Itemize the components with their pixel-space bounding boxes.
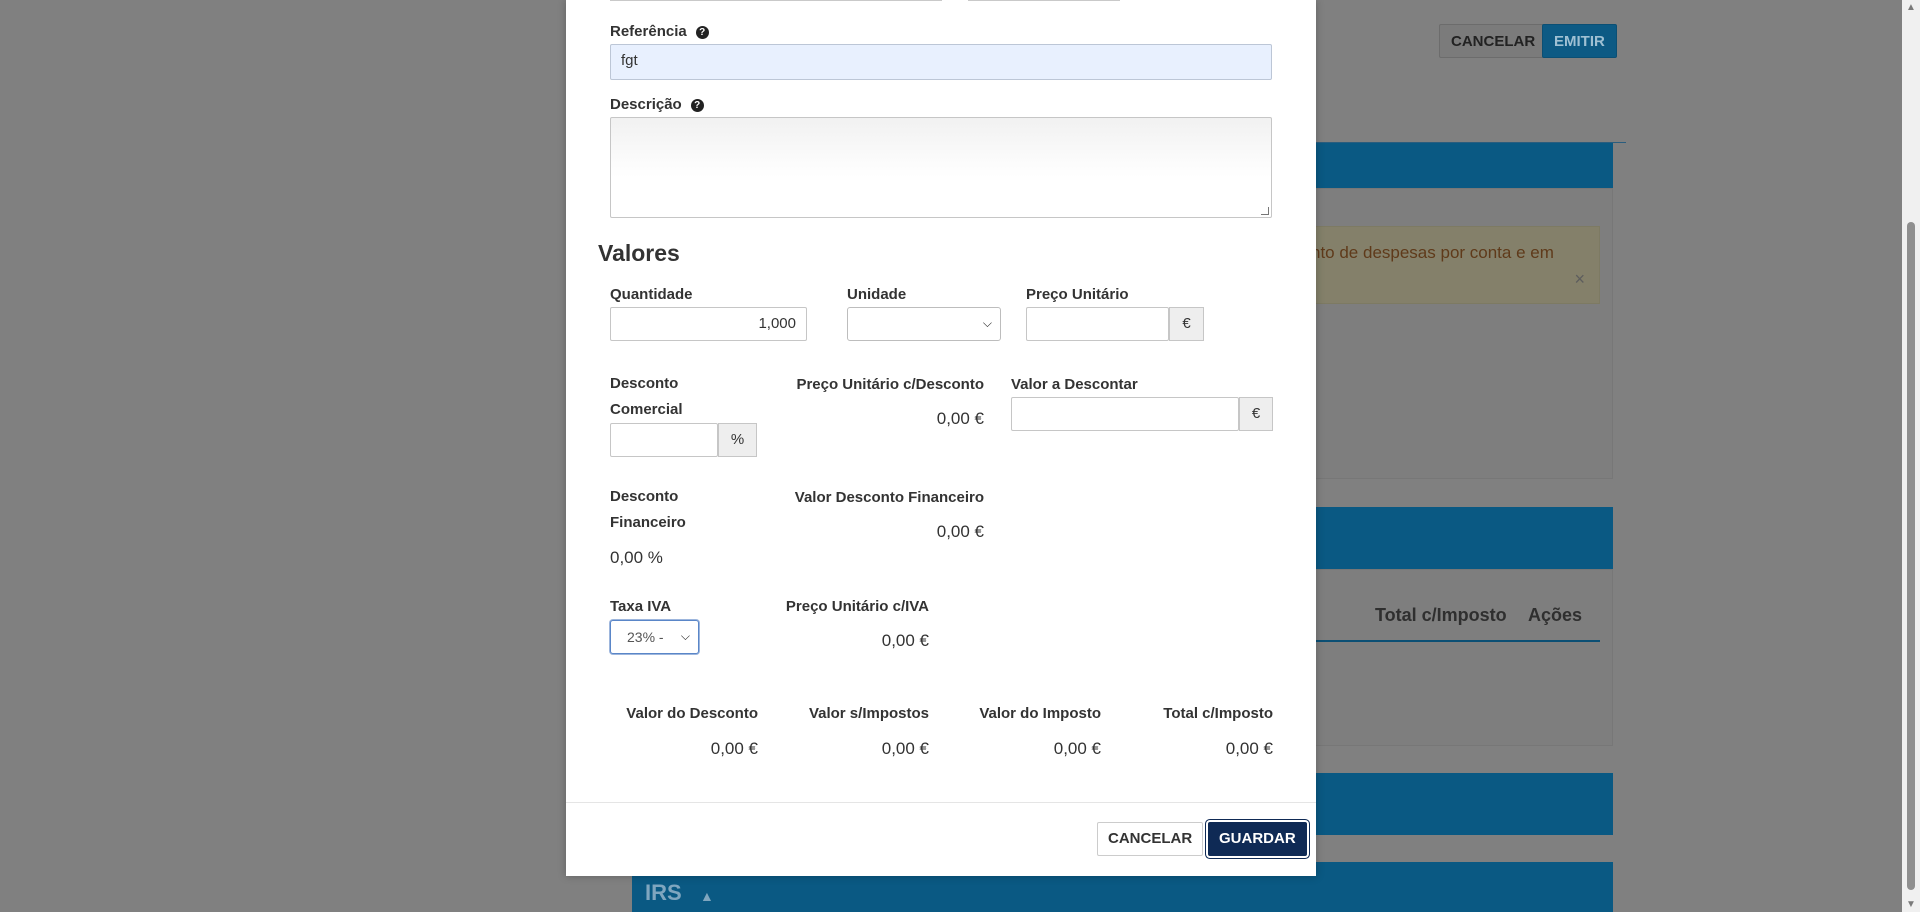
total-com-imposto-label: Total c/Imposto (1163, 705, 1273, 722)
taxa-iva-select[interactable]: 23% - ⌵ (610, 620, 699, 654)
cut-off-field (968, 0, 1120, 1)
preco-unitario-input[interactable] (1026, 307, 1169, 341)
valor-imposto-value: 0,00 € (1053, 739, 1101, 758)
desconto-comercial-label: Desconto Comercial (610, 375, 683, 418)
chevron-up-icon[interactable]: ▲ (700, 888, 714, 904)
desconto-financeiro-value: 0,00 % (610, 548, 663, 567)
page-cancel-button[interactable]: CANCELAR (1439, 24, 1548, 58)
preco-unitario-iva-label: Preço Unitário c/IVA (785, 598, 929, 615)
unidade-label: Unidade (847, 286, 907, 303)
page-table-header-line (1300, 640, 1600, 642)
percent-icon: % (718, 423, 757, 457)
desconto-financeiro-label: Desconto Financeiro (610, 488, 686, 531)
modal-footer-divider (566, 802, 1316, 803)
taxa-iva-label: Taxa IVA (610, 598, 672, 615)
item-modal: Referência? fgt Descrição? Valores Quant… (566, 0, 1316, 876)
save-button[interactable]: GUARDAR (1208, 822, 1307, 856)
euro-icon: € (1239, 397, 1273, 431)
valor-a-descontar-label: Valor a Descontar (1011, 376, 1138, 393)
cancel-button[interactable]: CANCELAR (1097, 822, 1204, 856)
page-alert-text: nto de despesas por conta e em (1311, 243, 1554, 262)
chevron-down-icon: ⌵ (680, 629, 690, 643)
desconto-comercial-input[interactable] (610, 423, 718, 457)
preco-unitario-desconto-label: Preço Unitário c/Desconto (796, 376, 984, 393)
help-icon[interactable]: ? (695, 26, 709, 39)
descricao-textarea[interactable] (610, 117, 1272, 218)
valor-sem-impostos-label: Valor s/Impostos (808, 705, 929, 722)
cut-off-field (610, 0, 942, 1)
chevron-down-icon: ⌵ (982, 316, 992, 330)
valor-desconto-financeiro-label: Valor Desconto Financeiro (794, 489, 984, 506)
preco-unitario-iva-value: 0,00 € (881, 631, 929, 650)
quantidade-input[interactable]: 1,000 (610, 307, 807, 341)
valor-desconto-value: 0,00 € (710, 739, 758, 758)
valor-desconto-label: Valor do Desconto (626, 705, 758, 722)
taxa-iva-selected: 23% - (627, 629, 664, 645)
scroll-down-arrow-icon[interactable]: ▼ (1906, 899, 1916, 910)
page-irs-title: IRS (645, 880, 682, 905)
preco-unitario-label: Preço Unitário (1026, 286, 1129, 303)
page-alert: nto de despesas por conta e em × (1300, 226, 1600, 304)
section-title-valores: Valores (598, 240, 680, 266)
euro-icon: € (1169, 307, 1204, 341)
unidade-select[interactable]: ⌵ (847, 307, 1001, 341)
close-icon[interactable]: × (1574, 269, 1585, 290)
valor-imposto-label: Valor do Imposto (979, 705, 1101, 722)
page-scrollbar[interactable]: ▲ ▼ (1902, 0, 1920, 912)
descricao-label: Descrição? (610, 96, 704, 113)
valor-sem-impostos-value: 0,00 € (881, 739, 929, 758)
quantidade-label: Quantidade (610, 286, 693, 303)
page-table-header-total: Total c/Imposto (1375, 605, 1507, 625)
valor-desconto-financeiro-value: 0,00 € (936, 522, 984, 541)
referencia-label: Referência? (610, 23, 709, 40)
scrollbar-thumb[interactable] (1907, 222, 1915, 890)
scroll-up-arrow-icon[interactable]: ▲ (1906, 2, 1916, 13)
referencia-input[interactable]: fgt (610, 44, 1272, 80)
valor-a-descontar-input[interactable] (1011, 397, 1239, 431)
total-com-imposto-value: 0,00 € (1225, 739, 1273, 758)
help-icon[interactable]: ? (690, 99, 704, 112)
resize-grip-icon[interactable] (1261, 207, 1269, 215)
page-emitir-button[interactable]: EMITIR (1542, 24, 1617, 58)
page-table-header-acoes: Ações (1528, 605, 1583, 625)
preco-unitario-desconto-value: 0,00 € (936, 409, 984, 428)
